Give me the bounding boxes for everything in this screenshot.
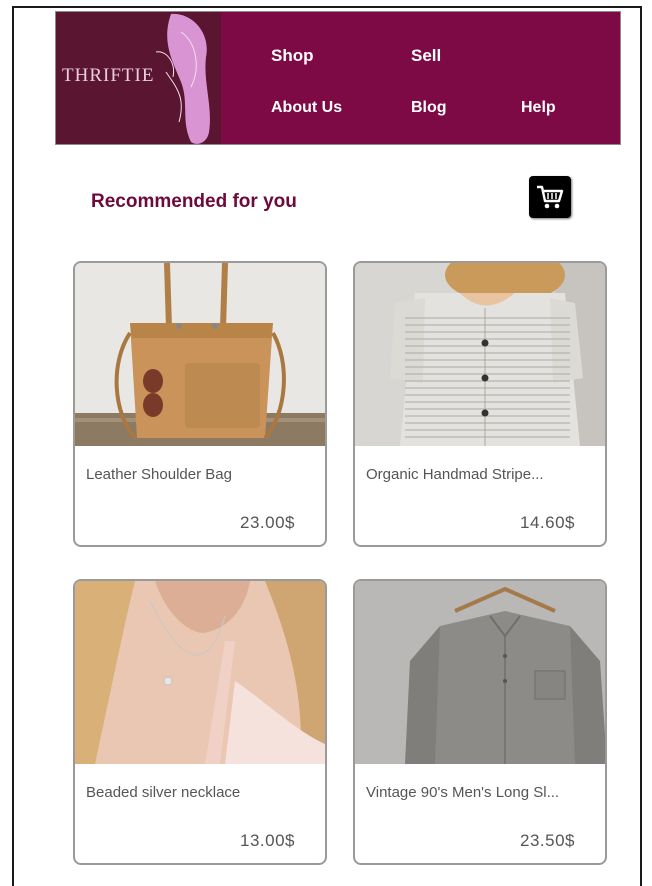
- section-title: Recommended for you: [91, 191, 297, 212]
- nav-shop-link[interactable]: Shop: [271, 46, 314, 66]
- nav-about-link[interactable]: About Us: [271, 99, 342, 117]
- product-price: 14.60$: [520, 513, 575, 532]
- product-price: 13.00$: [240, 831, 295, 850]
- mens-shirt-photo: [355, 581, 605, 764]
- product-image[interactable]: [75, 263, 325, 446]
- nav-blog-link[interactable]: Blog: [411, 99, 447, 117]
- leather-bag-photo: [75, 263, 325, 446]
- logo-text: THRIFTIE: [62, 65, 155, 86]
- striped-dress-photo: [355, 263, 605, 446]
- logo[interactable]: THRIFTIE: [56, 12, 221, 144]
- product-price: 23.00$: [240, 513, 295, 532]
- nav-help-link[interactable]: Help: [521, 99, 556, 117]
- product-name: Beaded silver necklace: [86, 784, 241, 801]
- product-image[interactable]: [355, 263, 605, 446]
- product-image[interactable]: [75, 581, 325, 764]
- product-name: Vintage 90's Men's Long Sl...: [366, 784, 560, 801]
- main-nav: Shop Sell About Us Blog Help: [221, 12, 620, 144]
- site-header: THRIFTIE Shop Sell About Us Blog Help: [55, 11, 621, 145]
- cart-button[interactable]: [529, 176, 571, 218]
- product-card[interactable]: Beaded silver necklace 13.00$: [73, 579, 327, 865]
- product-card[interactable]: Organic Handmad Stripe... 14.60$: [353, 261, 607, 547]
- nav-sell-link[interactable]: Sell: [411, 46, 441, 66]
- product-image[interactable]: [355, 581, 605, 764]
- logo-brushstroke-icon: [155, 13, 210, 144]
- product-card[interactable]: Leather Shoulder Bag 23.00$: [73, 261, 327, 547]
- product-price: 23.50$: [520, 831, 575, 850]
- product-card[interactable]: Vintage 90's Men's Long Sl... 23.50$: [353, 579, 607, 865]
- product-name: Organic Handmad Stripe...: [366, 466, 544, 483]
- product-name: Leather Shoulder Bag: [86, 466, 232, 483]
- shopping-cart-icon: [537, 185, 564, 209]
- necklace-photo: [75, 581, 325, 764]
